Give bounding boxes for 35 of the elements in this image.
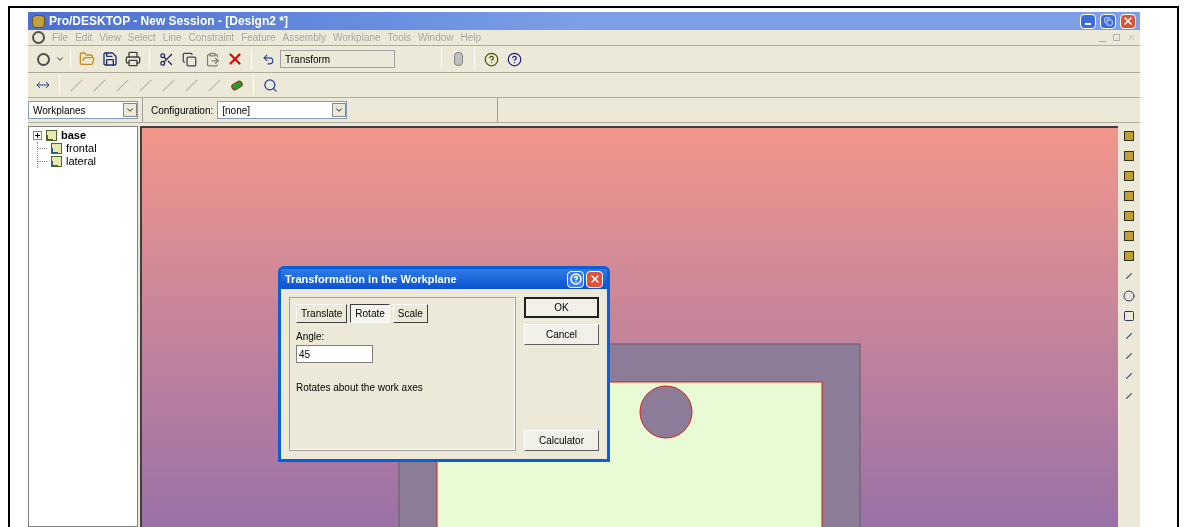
tab[interactable]: Rotate xyxy=(350,304,390,323)
dialog-title: Transformation in the Workplane xyxy=(285,271,458,287)
expand-icon[interactable] xyxy=(33,131,42,140)
browser-select[interactable]: Workplanes xyxy=(28,101,138,119)
close-button[interactable] xyxy=(1120,13,1136,29)
caret-icon xyxy=(334,105,345,115)
angle-label: Angle: xyxy=(296,330,326,344)
dropdown-caret-icon[interactable] xyxy=(55,54,65,64)
angle-field[interactable]: 45 xyxy=(296,345,373,363)
caret-icon xyxy=(125,105,135,115)
calculator-button[interactable]: Calculator xyxy=(524,430,599,451)
configuration-select[interactable]: [none] xyxy=(217,101,348,119)
app-icon xyxy=(32,14,45,28)
tab[interactable]: Translate xyxy=(296,304,348,323)
dropdown-button[interactable] xyxy=(123,103,137,117)
close-icon xyxy=(1122,15,1134,27)
undo-field[interactable]: Transform xyxy=(280,50,395,68)
dropdown-button[interactable] xyxy=(332,103,347,117)
rectangle-icon[interactable] xyxy=(1121,308,1137,324)
window-title: Pro/DESKTOP - New Session - [Design2 *] xyxy=(49,13,288,30)
help-button[interactable] xyxy=(567,270,584,288)
close-button[interactable] xyxy=(586,270,603,288)
description-text: Rotates about the work axes xyxy=(296,381,424,395)
circle-icon[interactable] xyxy=(1121,288,1137,304)
cancel-button[interactable]: Cancel xyxy=(524,324,599,345)
ok-button[interactable]: OK xyxy=(524,297,599,318)
tab[interactable]: Scale xyxy=(392,304,428,323)
app-menu-icon[interactable] xyxy=(32,31,45,44)
close-icon xyxy=(588,273,601,285)
configuration-label: Configuration: xyxy=(151,103,214,118)
restore-button[interactable] xyxy=(1100,13,1116,29)
minimize-button[interactable] xyxy=(1080,13,1096,29)
tree-item[interactable]: frontal xyxy=(66,143,97,154)
tree-item[interactable]: base xyxy=(61,130,87,141)
tree-item[interactable]: lateral xyxy=(66,156,96,167)
